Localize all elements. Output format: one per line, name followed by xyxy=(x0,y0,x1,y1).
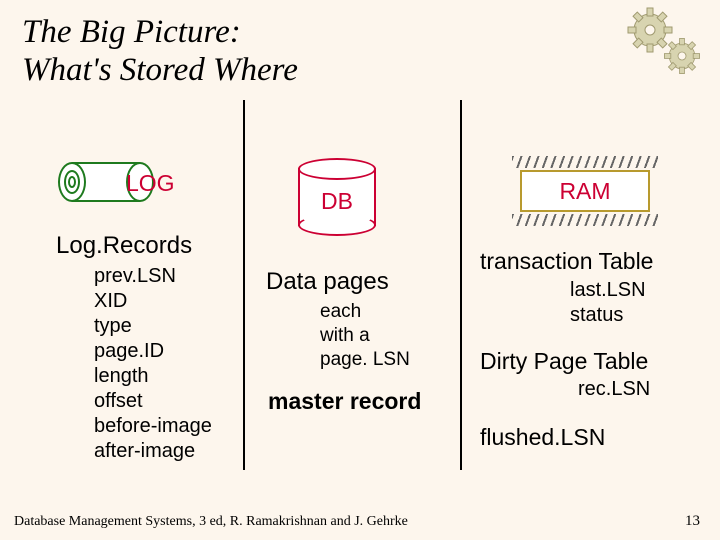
log-field: type xyxy=(94,314,212,339)
flushed-lsn: flushed.LSN xyxy=(480,424,605,451)
sub-line: with a xyxy=(320,324,410,348)
transaction-table-heading: transaction Table xyxy=(480,248,653,275)
data-pages-heading: Data pages xyxy=(266,268,389,296)
db-label: DB xyxy=(321,188,353,215)
divider-right xyxy=(460,100,462,470)
dirty-page-table-heading: Dirty Page Table xyxy=(480,348,648,375)
log-field: page.ID xyxy=(94,339,212,364)
ram-hatch-bot xyxy=(512,214,658,226)
slide-title: The Big Picture: What's Stored Where xyxy=(22,14,298,90)
divider-left xyxy=(243,100,245,470)
log-field: offset xyxy=(94,389,212,414)
sub-line: each xyxy=(320,300,410,324)
page-number: 13 xyxy=(685,513,700,530)
dpt-field: rec.LSN xyxy=(578,378,650,401)
title-line-1: The Big Picture: xyxy=(22,14,241,50)
title-line-2: What's Stored Where xyxy=(22,52,298,88)
master-record: master record xyxy=(268,388,421,415)
log-field: XID xyxy=(94,289,212,314)
ram-label: RAM xyxy=(559,178,610,205)
sub-line: page. LSN xyxy=(320,348,410,372)
ram-hatch-top xyxy=(512,156,658,168)
gears-decoration xyxy=(620,4,710,84)
tt-field: status xyxy=(570,303,646,328)
log-field: after-image xyxy=(94,439,212,464)
log-field: before-image xyxy=(94,414,212,439)
log-records-heading: Log.Records xyxy=(56,232,192,260)
ram-box: RAM xyxy=(520,170,650,212)
data-pages-sub: each with a page. LSN xyxy=(320,300,410,371)
log-label: LOG xyxy=(126,170,175,197)
log-field: prev.LSN xyxy=(94,264,212,289)
tt-field: last.LSN xyxy=(570,278,646,303)
log-field: length xyxy=(94,364,212,389)
transaction-table-fields: last.LSN status xyxy=(570,278,646,328)
log-fields-list: prev.LSN XID type page.ID length offset … xyxy=(94,264,212,464)
footer-citation: Database Management Systems, 3 ed, R. Ra… xyxy=(14,514,408,530)
